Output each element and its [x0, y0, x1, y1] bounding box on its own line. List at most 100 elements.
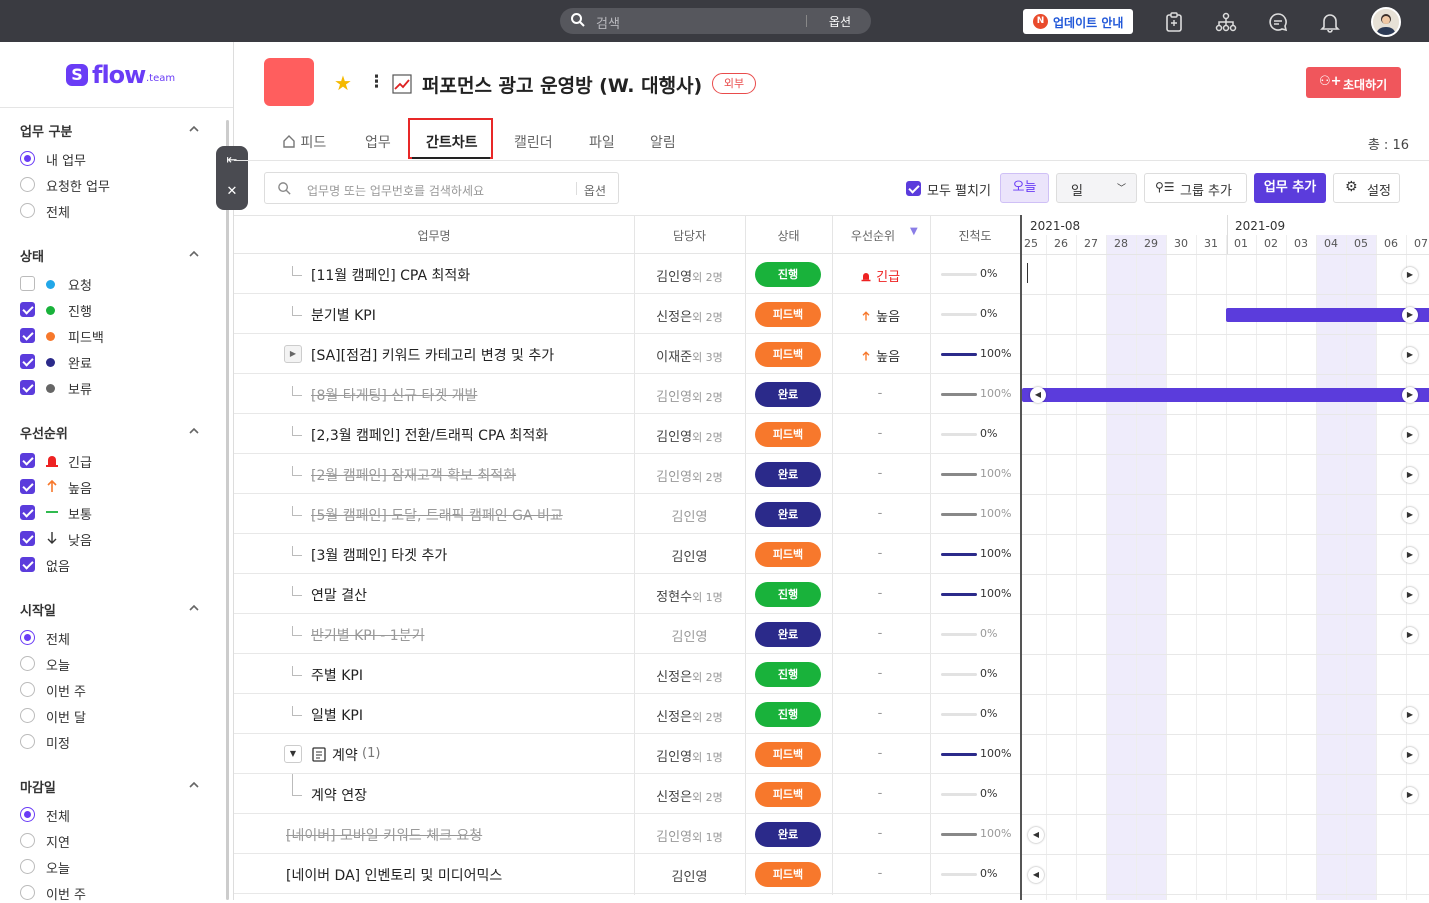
- priority-value[interactable]: -: [832, 826, 928, 841]
- radio-button[interactable]: [20, 708, 35, 723]
- tab-calendar[interactable]: 캘린더: [514, 132, 553, 154]
- settings-button[interactable]: ⚙ 설정: [1333, 173, 1400, 203]
- global-search[interactable]: 검색 옵션: [560, 8, 871, 34]
- table-row[interactable]: [8월 타게팅] 신규 타겟 개발 김인영외 2명 완료 - 100%: [234, 374, 1020, 414]
- user-avatar[interactable]: [1371, 7, 1401, 37]
- checkbox[interactable]: [906, 181, 921, 196]
- scroll-right-arrow-icon[interactable]: ▶: [1402, 427, 1418, 443]
- scroll-right-arrow-icon[interactable]: ▶: [1402, 267, 1418, 283]
- table-row[interactable]: [네이버] 모바일 키워드 체크 요청 김인영외 1명 완료 - 100%: [234, 814, 1020, 854]
- clipboard-icon[interactable]: [1163, 11, 1185, 33]
- column-header-name[interactable]: 업무명: [234, 227, 634, 244]
- sidebar-scrollbar[interactable]: [226, 120, 229, 900]
- tab-feed[interactable]: 피드: [282, 132, 326, 154]
- table-row[interactable]: 연말 결산 정현수외 1명 진행 - 100%: [234, 574, 1020, 614]
- table-row[interactable]: [2월 캠페인] 잠재고객 확보 최적화 김인영외 2명 완료 - 100%: [234, 454, 1020, 494]
- table-row[interactable]: 분기별 KPI 신정은외 2명 피드백 높음 0%: [234, 294, 1020, 334]
- assignee[interactable]: 신정은외 2명: [634, 306, 745, 325]
- priority-value[interactable]: 긴급: [832, 266, 928, 285]
- star-icon[interactable]: ★: [334, 71, 352, 95]
- table-row[interactable]: [네이버 DA] 인벤토리 및 미디어믹스 김인영 피드백 - 0%: [234, 854, 1020, 894]
- column-header-assignee[interactable]: 담당자: [634, 227, 745, 244]
- task-name[interactable]: [8월 타게팅] 신규 타겟 개발: [311, 385, 477, 405]
- add-group-button[interactable]: ⚲☰ 그룹 추가: [1144, 173, 1247, 203]
- scroll-right-arrow-icon[interactable]: ▶: [1402, 387, 1418, 403]
- assignee[interactable]: 김인영외 2명: [634, 386, 745, 405]
- chevron-up-icon[interactable]: [188, 425, 200, 437]
- chevron-up-icon[interactable]: [188, 602, 200, 614]
- table-row[interactable]: 계약 연장 신정은외 2명 피드백 - 0%: [234, 774, 1020, 814]
- radio-button[interactable]: [20, 630, 35, 645]
- table-row[interactable]: [11월 캠페인] CPA 최적화 김인영외 2명 진행 긴급 0%: [234, 254, 1020, 294]
- today-button[interactable]: 오늘: [1000, 173, 1049, 203]
- assignee[interactable]: 김인영외 2명: [634, 466, 745, 485]
- invite-button[interactable]: ⚇+ 초대하기: [1306, 67, 1401, 98]
- table-row[interactable]: 반기별 KPI - 1분기 김인영 완료 - 0%: [234, 614, 1020, 654]
- time-unit-select[interactable]: 일 ﹀: [1056, 173, 1137, 203]
- add-task-button[interactable]: 업무 추가: [1254, 173, 1326, 203]
- priority-value[interactable]: -: [832, 546, 928, 561]
- task-name[interactable]: 일별 KPI: [311, 705, 363, 725]
- status-badge[interactable]: 완료: [755, 382, 821, 407]
- priority-value[interactable]: -: [832, 666, 928, 681]
- priority-value[interactable]: -: [832, 746, 928, 761]
- project-color-swatch[interactable]: [264, 58, 314, 106]
- column-header-progress[interactable]: 진척도: [930, 227, 1020, 244]
- radio-button[interactable]: [20, 885, 35, 900]
- task-name[interactable]: 연말 결산: [311, 585, 367, 605]
- status-badge[interactable]: 진행: [755, 262, 821, 287]
- status-badge[interactable]: 완료: [755, 822, 821, 847]
- status-badge[interactable]: 피드백: [755, 782, 821, 807]
- assignee[interactable]: 김인영외 1명: [634, 746, 745, 765]
- org-chart-icon[interactable]: [1215, 11, 1237, 33]
- status-badge[interactable]: 피드백: [755, 342, 821, 367]
- scroll-right-arrow-icon[interactable]: ▶: [1402, 467, 1418, 483]
- assignee[interactable]: 신정은외 2명: [634, 666, 745, 685]
- chevron-up-icon[interactable]: [188, 779, 200, 791]
- tab-tasks[interactable]: 업무: [365, 132, 391, 154]
- chat-icon[interactable]: [1267, 11, 1289, 33]
- column-header-priority[interactable]: 우선순위: [832, 227, 914, 244]
- table-row[interactable]: 일별 KPI 신정은외 2명 진행 - 0%: [234, 694, 1020, 734]
- status-badge[interactable]: 진행: [755, 662, 821, 687]
- scroll-right-arrow-icon[interactable]: ▶: [1402, 347, 1418, 363]
- sort-desc-icon[interactable]: ▼: [910, 226, 918, 237]
- scroll-left-arrow-icon[interactable]: ◀: [1028, 827, 1044, 843]
- collapse-toggle-icon[interactable]: ▼: [284, 745, 302, 763]
- task-name[interactable]: [네이버] 모바일 키워드 체크 요청: [286, 825, 482, 845]
- bell-icon[interactable]: [1319, 11, 1341, 33]
- checkbox[interactable]: [20, 557, 35, 572]
- status-badge[interactable]: 진행: [755, 702, 821, 727]
- table-row[interactable]: [2,3월 캠페인] 전환/트래픽 CPA 최적화 김인영외 2명 피드백 - 0%: [234, 414, 1020, 454]
- status-badge[interactable]: 피드백: [755, 862, 821, 887]
- scroll-right-arrow-icon[interactable]: ▶: [1402, 747, 1418, 763]
- priority-value[interactable]: -: [832, 786, 928, 801]
- status-badge[interactable]: 진행: [755, 582, 821, 607]
- assignee[interactable]: 김인영: [634, 866, 745, 885]
- expand-toggle-icon[interactable]: ▶: [284, 345, 302, 363]
- status-badge[interactable]: 완료: [755, 502, 821, 527]
- task-name[interactable]: 분기별 KPI: [311, 305, 376, 325]
- task-name[interactable]: [2월 캠페인] 잠재고객 확보 최적화: [311, 465, 516, 485]
- task-name[interactable]: [SA][점검] 키워드 카테고리 변경 및 추가: [311, 345, 554, 365]
- assignee[interactable]: 신정은외 2명: [634, 786, 745, 805]
- scroll-right-arrow-icon[interactable]: ▶: [1402, 587, 1418, 603]
- radio-button[interactable]: [20, 177, 35, 192]
- priority-value[interactable]: 높음: [832, 346, 928, 365]
- priority-value[interactable]: -: [832, 586, 928, 601]
- radio-button[interactable]: [20, 151, 35, 166]
- radio-button[interactable]: [20, 734, 35, 749]
- radio-button[interactable]: [20, 656, 35, 671]
- radio-button[interactable]: [20, 203, 35, 218]
- gantt-task-bar[interactable]: [1022, 388, 1429, 402]
- scroll-right-arrow-icon[interactable]: ▶: [1402, 627, 1418, 643]
- checkbox[interactable]: [20, 276, 35, 291]
- assignee[interactable]: 정현수외 1명: [634, 586, 745, 605]
- global-search-option-button[interactable]: 옵션: [829, 13, 851, 30]
- radio-button[interactable]: [20, 682, 35, 697]
- checkbox[interactable]: [20, 453, 35, 468]
- scroll-right-arrow-icon[interactable]: ▶: [1402, 707, 1418, 723]
- radio-button[interactable]: [20, 859, 35, 874]
- checkbox[interactable]: [20, 328, 35, 343]
- checkbox[interactable]: [20, 380, 35, 395]
